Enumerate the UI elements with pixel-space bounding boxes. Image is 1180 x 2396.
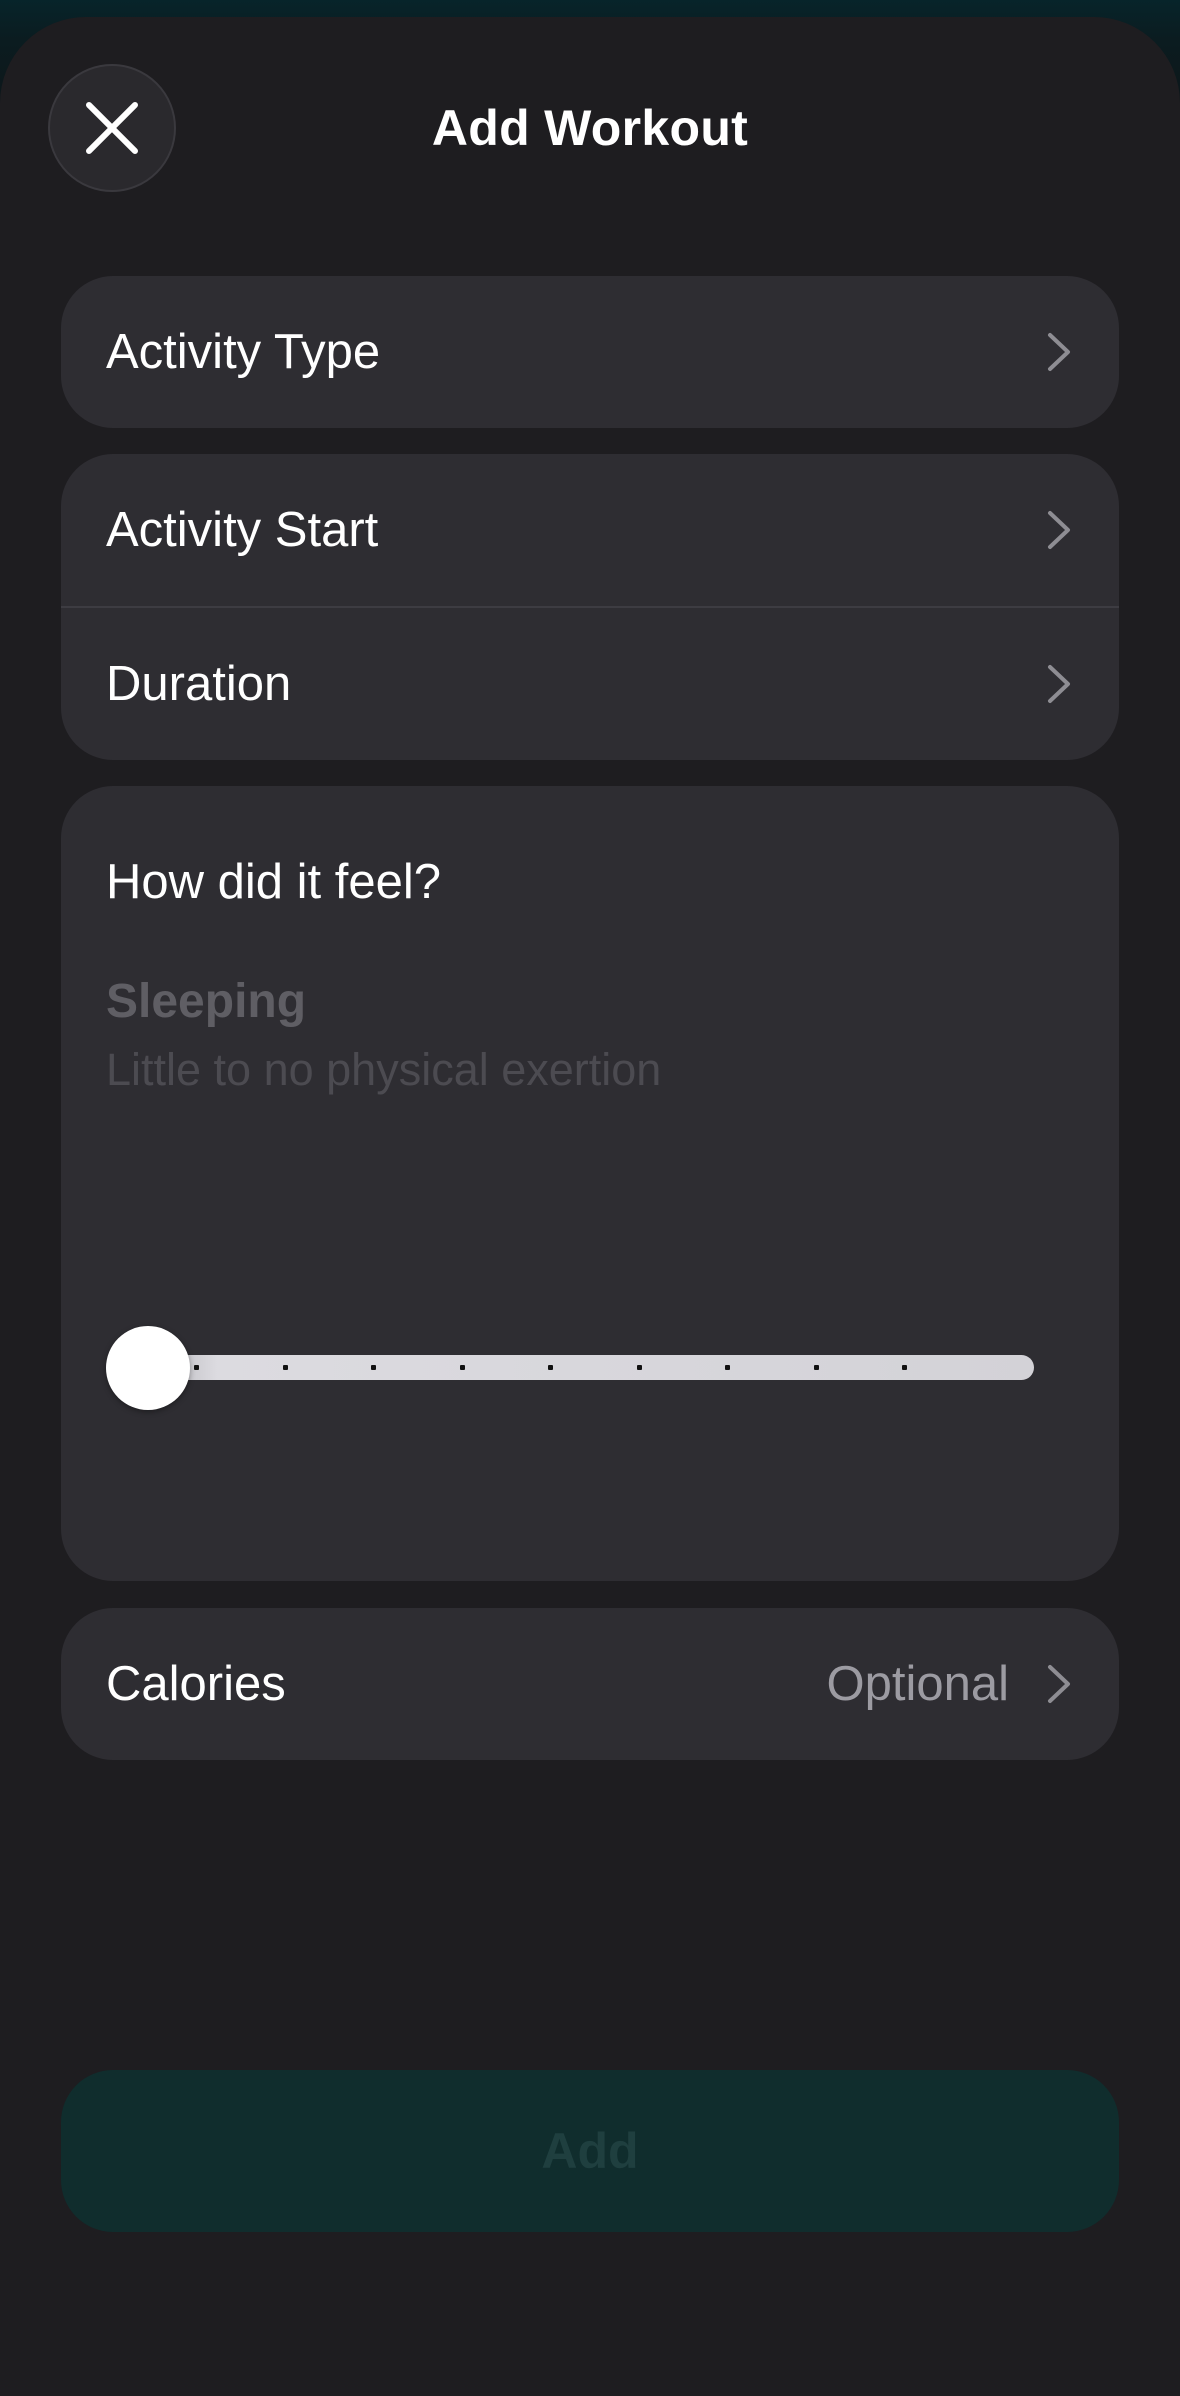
chevron-right-icon: [1043, 330, 1075, 374]
activity-start-row[interactable]: Activity Start: [61, 454, 1119, 606]
slider-tick: [813, 1365, 819, 1370]
slider-tick: [371, 1365, 376, 1370]
effort-level-label: Sleeping: [106, 975, 307, 1028]
slider-tick: [902, 1365, 907, 1370]
slider-tick: [725, 1365, 730, 1370]
calories-label: Calories: [106, 1657, 286, 1711]
timing-card: Activity Start Duration: [61, 454, 1119, 760]
slider-track[interactable]: [106, 1355, 1034, 1380]
activity-type-label: Activity Type: [106, 325, 381, 379]
slider-tick: [282, 1365, 288, 1370]
effort-card: How did it feel? Sleeping Little to no p…: [61, 786, 1119, 1581]
calories-value: Optional: [826, 1657, 1009, 1711]
slider-tick: [459, 1365, 465, 1370]
duration-row[interactable]: Duration: [61, 608, 1119, 760]
chevron-right-icon: [1043, 662, 1075, 706]
add-button-label: Add: [541, 2123, 639, 2179]
add-workout-sheet: Add Workout Activity Type Activity Start…: [0, 17, 1180, 2396]
activity-type-card: Activity Type: [61, 276, 1119, 428]
page-title: Add Workout: [431, 100, 749, 156]
slider-thumb[interactable]: [106, 1326, 190, 1410]
chevron-right-icon: [1043, 508, 1075, 552]
activity-start-label: Activity Start: [106, 503, 379, 557]
slider-tick: [194, 1365, 199, 1370]
effort-slider[interactable]: [106, 1326, 1034, 1410]
calories-row[interactable]: Calories Optional: [61, 1608, 1119, 1760]
calories-card: Calories Optional: [61, 1608, 1119, 1760]
duration-label: Duration: [106, 657, 292, 711]
effort-level-description: Little to no physical exertion: [106, 1044, 662, 1095]
add-button[interactable]: Add: [61, 2070, 1119, 2232]
effort-title: How did it feel?: [106, 855, 442, 909]
slider-tick: [636, 1365, 642, 1370]
chevron-right-icon: [1043, 1662, 1075, 1706]
slider-tick: [548, 1365, 553, 1370]
activity-type-row[interactable]: Activity Type: [61, 276, 1119, 428]
